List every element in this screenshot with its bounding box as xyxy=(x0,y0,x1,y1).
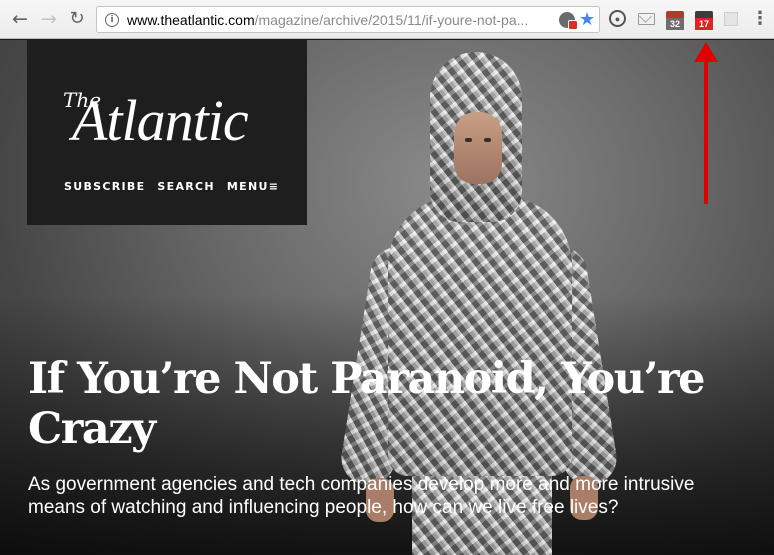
figure-face xyxy=(454,112,502,184)
mail-icon[interactable] xyxy=(638,13,655,25)
calendar-day: 17 xyxy=(695,17,713,30)
menu-link[interactable]: MENU≡ xyxy=(227,180,279,193)
forward-arrow-icon[interactable]: → xyxy=(38,8,60,30)
password-manager-icon[interactable]: ● xyxy=(609,10,626,27)
browser-toolbar: ← → ↻ i www.theatlantic.com/magazine/arc… xyxy=(0,0,774,39)
article-headline: If You’re Not Paranoid, You’re Crazy xyxy=(28,354,706,454)
blocked-content-icon[interactable] xyxy=(559,12,578,30)
calendar-header xyxy=(695,10,713,18)
site-logo[interactable]: Atlantic xyxy=(72,92,249,150)
annotation-arrow xyxy=(694,42,718,204)
search-link[interactable]: SEARCH xyxy=(157,180,215,193)
calendar-icon[interactable]: 32 xyxy=(666,9,684,31)
calendar-day: 32 xyxy=(666,17,684,30)
blank-extension-icon[interactable] xyxy=(724,12,738,26)
article-hero: The Atlantic SUBSCRIBE SEARCH MENU≡ If Y… xyxy=(0,40,774,555)
subscribe-link[interactable]: SUBSCRIBE xyxy=(64,180,145,193)
address-bar[interactable]: i www.theatlantic.com/magazine/archive/2… xyxy=(96,6,600,33)
annotation-arrow-shaft xyxy=(704,60,708,204)
info-icon[interactable]: i xyxy=(105,13,119,27)
article-dek: As government agencies and tech companie… xyxy=(28,474,695,518)
back-arrow-icon[interactable]: ← xyxy=(9,8,31,30)
site-nav: SUBSCRIBE SEARCH MENU≡ xyxy=(64,180,279,193)
calendar-extension-icon[interactable]: 17 xyxy=(695,9,713,31)
url-text[interactable]: www.theatlantic.com/magazine/archive/201… xyxy=(127,12,555,28)
bookmark-star-icon[interactable]: ★ xyxy=(579,9,595,30)
calendar-header xyxy=(666,10,684,18)
kebab-menu-icon[interactable]: ⋮ xyxy=(751,8,769,30)
site-logo-box: The Atlantic SUBSCRIBE SEARCH MENU≡ xyxy=(27,40,307,225)
url-host: www.theatlantic.com xyxy=(127,12,255,28)
url-path: /magazine/archive/2015/11/if-youre-not-p… xyxy=(254,12,529,28)
reload-icon[interactable]: ↻ xyxy=(66,8,88,30)
annotation-arrow-head xyxy=(694,42,718,62)
